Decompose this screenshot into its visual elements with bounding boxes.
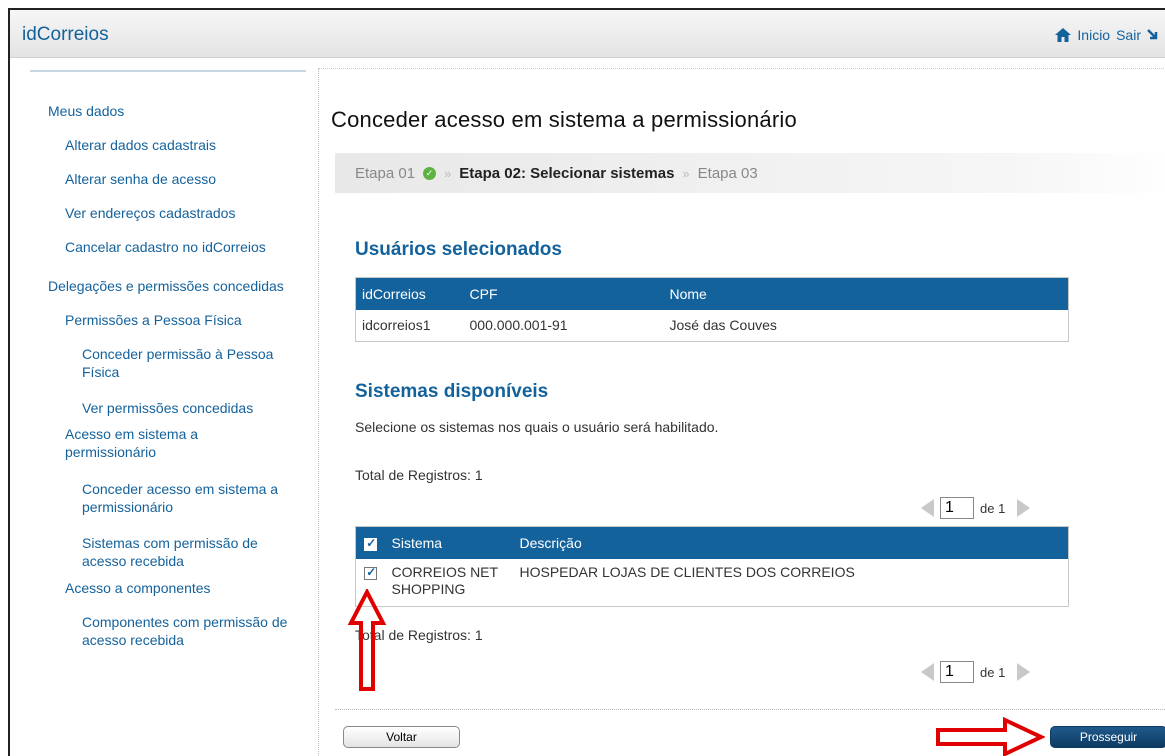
prev-page-icon[interactable] bbox=[921, 499, 934, 517]
systems-table: Sistema Descrição CORREIOS NET SHOPPING … bbox=[355, 526, 1069, 607]
systems-section-title: Sistemas disponíveis bbox=[355, 381, 549, 402]
table-row: CORREIOS NET SHOPPING HOSPEDAR LOJAS DE … bbox=[355, 558, 1069, 607]
table-header-row: idCorreios CPF Nome bbox=[355, 277, 1069, 310]
step-1: Etapa 01 ✓ bbox=[355, 164, 437, 182]
next-button[interactable]: Prosseguir bbox=[1050, 726, 1165, 748]
cell-nome: José das Couves bbox=[663, 309, 1069, 342]
chevron-right-icon: » bbox=[682, 165, 690, 181]
column-header-sistema: Sistema bbox=[385, 526, 514, 559]
column-header-cpf: CPF bbox=[463, 277, 664, 310]
column-header-idcorreios: idCorreios bbox=[355, 277, 464, 310]
sidebar-item-ver-permissoes[interactable]: Ver permissões concedidas bbox=[82, 399, 297, 417]
sidebar-divider bbox=[30, 70, 306, 72]
total-records-bottom: Total de Registros: 1 bbox=[355, 627, 483, 643]
page-total-label: de 1 bbox=[980, 500, 1006, 516]
sidebar-item-cancelar-cadastro[interactable]: Cancelar cadastro no idCorreios bbox=[65, 238, 266, 256]
page-total-label: de 1 bbox=[980, 664, 1006, 680]
check-icon: ✓ bbox=[423, 166, 437, 180]
sidebar-item-alterar-senha[interactable]: Alterar senha de acesso bbox=[65, 170, 216, 188]
chevron-right-icon: » bbox=[444, 165, 452, 181]
home-icon[interactable] bbox=[1055, 28, 1072, 42]
users-section-title: Usuários selecionados bbox=[355, 239, 562, 260]
sidebar-item-acesso-componentes[interactable]: Acesso a componentes bbox=[65, 579, 211, 597]
cell-idcorreios: idcorreios1 bbox=[355, 309, 464, 342]
prev-page-icon[interactable] bbox=[921, 663, 934, 681]
back-button[interactable]: Voltar bbox=[343, 726, 460, 748]
row-select-cell bbox=[355, 558, 386, 607]
footer-divider bbox=[335, 709, 1165, 710]
sidebar-item-delegacoes[interactable]: Delegações e permissões concedidas bbox=[48, 277, 284, 295]
table-row: idcorreios1 000.000.001-91 José das Couv… bbox=[355, 309, 1069, 342]
brand-logo[interactable]: idCorreios bbox=[22, 24, 109, 46]
users-table: idCorreios CPF Nome idcorreios1 000.000.… bbox=[355, 277, 1069, 342]
step-3: Etapa 03 bbox=[697, 164, 758, 182]
main-content: Conceder acesso em sistema a permissioná… bbox=[318, 68, 1165, 756]
annotation-right-arrow-icon bbox=[936, 717, 1045, 756]
cell-descricao: HOSPEDAR LOJAS DE CLIENTES DOS CORREIOS bbox=[513, 558, 1069, 607]
total-records-top: Total de Registros: 1 bbox=[355, 467, 483, 483]
next-page-icon[interactable] bbox=[1017, 499, 1031, 517]
row-checkbox[interactable] bbox=[364, 565, 378, 581]
sidebar-item-acesso-sistema[interactable]: Acesso em sistema a permissionário bbox=[65, 425, 265, 461]
sidebar-item-conceder-acesso[interactable]: Conceder acesso em sistema a permissioná… bbox=[82, 480, 297, 516]
sidebar-item-conceder-permissao-pf[interactable]: Conceder permissão à Pessoa Física bbox=[82, 345, 297, 381]
select-all-header bbox=[355, 526, 386, 559]
page-title: Conceder acesso em sistema a permissioná… bbox=[331, 107, 797, 132]
sidebar-item-ver-enderecos[interactable]: Ver endereços cadastrados bbox=[65, 204, 235, 222]
sidebar-item-alterar-dados[interactable]: Alterar dados cadastrais bbox=[65, 136, 216, 154]
sidebar-item-componentes-permissao[interactable]: Componentes com permissão de acesso rece… bbox=[82, 613, 297, 649]
top-bar: idCorreios Inicio Sair bbox=[10, 10, 1165, 58]
sidebar-nav: Meus dados Alterar dados cadastrais Alte… bbox=[30, 70, 308, 756]
wizard-steps: Etapa 01 ✓ » Etapa 02: Selecionar sistem… bbox=[335, 153, 1165, 193]
top-nav: Inicio Sair bbox=[1055, 27, 1159, 43]
app-window: idCorreios Inicio Sair Meus dados Altera… bbox=[8, 8, 1165, 756]
home-link[interactable]: Inicio bbox=[1077, 27, 1110, 43]
page-number-input[interactable] bbox=[940, 661, 974, 683]
exit-arrow-icon[interactable] bbox=[1147, 29, 1159, 41]
logout-link[interactable]: Sair bbox=[1116, 27, 1141, 43]
sidebar-item-sistemas-permissao[interactable]: Sistemas com permissão de acesso recebid… bbox=[82, 534, 297, 570]
step-1-label: Etapa 01 bbox=[355, 164, 416, 182]
select-all-checkbox[interactable] bbox=[364, 536, 378, 551]
pager-top: de 1 bbox=[921, 497, 1031, 519]
sidebar-item-meus-dados[interactable]: Meus dados bbox=[48, 102, 124, 120]
table-header-row: Sistema Descrição bbox=[355, 526, 1069, 559]
column-header-descricao: Descrição bbox=[513, 526, 1069, 559]
column-header-nome: Nome bbox=[663, 277, 1069, 310]
systems-instruction: Selecione os sistemas nos quais o usuári… bbox=[355, 419, 719, 435]
sidebar-item-permissoes-pf[interactable]: Permissões a Pessoa Física bbox=[65, 311, 242, 329]
pager-bottom: de 1 bbox=[921, 661, 1031, 683]
step-2: Etapa 02: Selecionar sistemas bbox=[459, 164, 675, 182]
next-page-icon[interactable] bbox=[1017, 663, 1031, 681]
cell-sistema: CORREIOS NET SHOPPING bbox=[385, 558, 514, 607]
cell-cpf: 000.000.001-91 bbox=[463, 309, 664, 342]
page-number-input[interactable] bbox=[940, 497, 974, 519]
